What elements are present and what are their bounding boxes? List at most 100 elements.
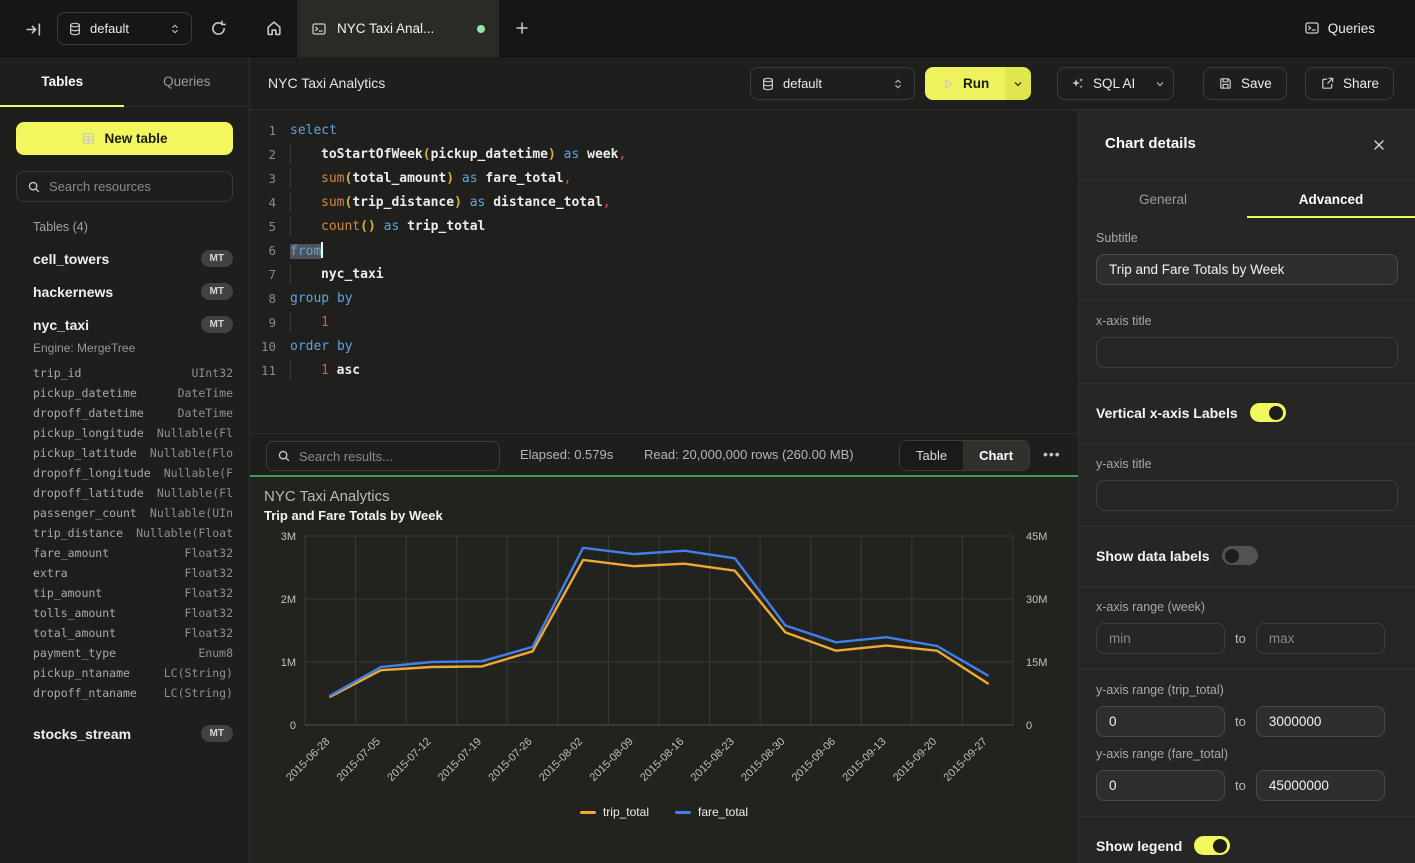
vertical-x-labels-toggle[interactable] — [1250, 403, 1286, 422]
results-search-input[interactable]: Search results... — [266, 441, 500, 471]
x-axis-title-input[interactable] — [1096, 337, 1398, 368]
table-name: nyc_taxi — [33, 317, 89, 333]
table-name: hackernews — [33, 284, 113, 300]
code-token: as — [470, 195, 486, 210]
queries-button[interactable]: Queries — [1304, 14, 1375, 42]
new-tab-icon[interactable] — [510, 17, 534, 39]
code-token — [579, 147, 587, 162]
home-icon[interactable] — [262, 17, 286, 39]
legend-label: fare_total — [698, 805, 748, 819]
view-toggle-table[interactable]: Table — [900, 441, 963, 470]
code-token: toStartOfWeek — [321, 147, 423, 162]
subtitle-input[interactable]: Trip and Fare Totals by Week — [1096, 254, 1398, 285]
refresh-icon[interactable] — [207, 17, 229, 39]
x-axis-tick-label: 2015-07-26 — [486, 736, 534, 784]
column-type: Nullable(UIn — [150, 506, 233, 520]
database-selector-top[interactable]: default — [57, 12, 192, 45]
code-line[interactable]: 111 asc — [250, 358, 1078, 382]
code-content: nyc_taxi — [290, 267, 384, 282]
show-legend-toggle[interactable] — [1194, 836, 1230, 855]
new-table-button[interactable]: New table — [16, 122, 233, 155]
run-options-button[interactable] — [1005, 67, 1031, 100]
collapse-sidebar-icon[interactable] — [22, 18, 44, 40]
close-icon[interactable] — [1369, 135, 1389, 155]
show-legend-label: Show legend — [1096, 838, 1182, 854]
code-token: order by — [290, 339, 353, 354]
code-token: sum — [321, 195, 344, 210]
code-line[interactable]: 1select — [250, 118, 1078, 142]
code-line[interactable]: 2toStartOfWeek(pickup_datetime) as week, — [250, 142, 1078, 166]
database-selector-toolbar[interactable]: default — [750, 67, 915, 100]
x-axis-tick-label: 2015-07-12 — [385, 736, 433, 784]
queries-terminal-icon — [1304, 20, 1320, 36]
show-data-labels-toggle[interactable] — [1222, 546, 1258, 565]
line-number: 11 — [250, 363, 276, 378]
sql-editor[interactable]: 1select2toStartOfWeek(pickup_datetime) a… — [250, 110, 1078, 433]
table-row[interactable]: hackernewsMT — [0, 275, 250, 308]
save-button[interactable]: Save — [1203, 67, 1287, 100]
column-name: trip_id — [33, 366, 81, 380]
active-tab-underline — [0, 105, 124, 107]
code-line[interactable]: 3sum(total_amount) as fare_total, — [250, 166, 1078, 190]
code-content: group by — [290, 291, 353, 306]
sql-ai-button[interactable]: SQL AI — [1058, 76, 1147, 91]
sparkles-icon — [1070, 76, 1085, 91]
y-axis-title-input[interactable] — [1096, 480, 1398, 511]
y-axis-range-trip-max-input[interactable]: 3000000 — [1256, 706, 1385, 737]
tab-nyc-taxi-analytics[interactable]: NYC Taxi Anal... — [297, 0, 499, 57]
code-token — [399, 219, 407, 234]
column-row: tolls_amountFloat32 — [0, 603, 250, 623]
column-type: LC(String) — [164, 686, 233, 700]
query-toolbar: NYC Taxi Analytics default Run — [250, 57, 1415, 110]
code-line[interactable]: 91 — [250, 310, 1078, 334]
x-axis-range-label: x-axis range (week) — [1096, 600, 1398, 614]
view-toggle: Table Chart — [899, 440, 1030, 471]
code-token: group by — [290, 291, 353, 306]
column-type: Float32 — [185, 546, 233, 560]
legend-item-trip_total[interactable]: trip_total — [580, 805, 649, 819]
code-content: from — [290, 242, 323, 259]
terminal-icon — [311, 21, 327, 37]
table-row[interactable]: nyc_taxiMT — [0, 308, 250, 341]
column-name: pickup_ntaname — [33, 666, 130, 680]
y-axis-range-fare-max-input[interactable]: 45000000 — [1256, 770, 1385, 801]
x-axis-range-max-input[interactable]: max — [1256, 623, 1385, 654]
x-axis-tick-label: 2015-09-13 — [840, 736, 888, 784]
code-line[interactable]: 4sum(trip_distance) as distance_total, — [250, 190, 1078, 214]
column-name: fare_amount — [33, 546, 109, 560]
code-line[interactable]: 5count() as trip_total — [250, 214, 1078, 238]
x-axis-range-min-input[interactable]: min — [1096, 623, 1225, 654]
y-axis-range-trip-min-input[interactable]: 0 — [1096, 706, 1225, 737]
column-name: pickup_longitude — [33, 426, 144, 440]
more-options-icon[interactable]: ••• — [1043, 446, 1061, 462]
run-button-label: Run — [963, 76, 989, 91]
column-row: fare_amount Float32 — [0, 543, 250, 563]
code-token: , — [564, 171, 572, 186]
tab-advanced[interactable]: Advanced — [1247, 180, 1415, 218]
y-axis-tick-right: 15M — [1026, 657, 1047, 669]
share-button[interactable]: Share — [1305, 67, 1394, 100]
sql-ai-options-button[interactable] — [1147, 68, 1173, 99]
table-row[interactable]: cell_towersMT — [0, 242, 250, 275]
table-row[interactable]: stocks_streamMT — [0, 717, 250, 750]
code-token: select — [290, 123, 337, 138]
column-type: Nullable(Flo — [150, 446, 233, 460]
code-line[interactable]: 8 group by — [250, 286, 1078, 310]
code-token — [462, 195, 470, 210]
y-axis-range-fare-min-input[interactable]: 0 — [1096, 770, 1225, 801]
code-token: ( — [423, 147, 431, 162]
elapsed-time: Elapsed: 0.579s — [520, 447, 613, 462]
sidebar-search-input[interactable]: Search resources — [16, 171, 233, 202]
code-line[interactable]: 10order by — [250, 334, 1078, 358]
legend-item-fare_total[interactable]: fare_total — [675, 805, 748, 819]
sidebar-tab-queries[interactable]: Queries — [125, 57, 250, 106]
run-button[interactable]: Run — [925, 67, 1005, 100]
code-line[interactable]: 6from — [250, 238, 1078, 262]
code-line[interactable]: 7nyc_taxi — [250, 262, 1078, 286]
sidebar-tab-tables[interactable]: Tables — [0, 57, 125, 106]
code-token: 1 — [321, 363, 329, 378]
line-number: 8 — [250, 291, 276, 306]
code-token: nyc_taxi — [321, 267, 384, 282]
tab-general[interactable]: General — [1079, 180, 1247, 218]
view-toggle-chart[interactable]: Chart — [963, 441, 1029, 470]
